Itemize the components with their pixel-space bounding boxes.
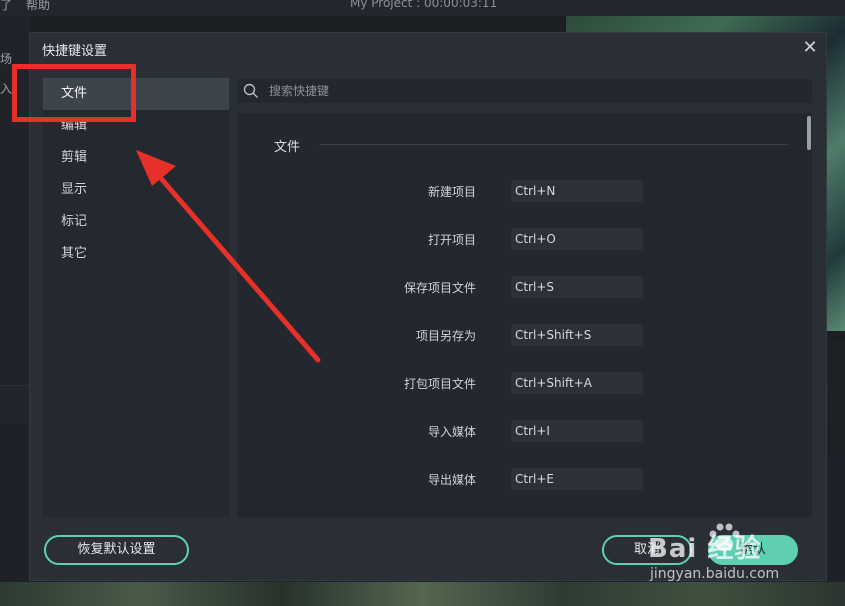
shortcut-key-import-media[interactable]: Ctrl+I <box>511 420 643 442</box>
shortcut-label-import-media: 导入媒体 <box>427 425 476 439</box>
shortcut-label-save-project: 保存项目文件 <box>403 281 476 295</box>
search-box <box>237 79 812 103</box>
menu-item-help[interactable]: 帮助 <box>26 0 50 13</box>
watermark-url: jingyan.baidu.com <box>650 566 780 582</box>
shortcut-label-open-project: 打开项目 <box>427 233 476 247</box>
shortcut-key-export-media[interactable]: Ctrl+E <box>511 468 643 490</box>
shortcut-label-new-project: 新建项目 <box>427 185 476 199</box>
search-icon <box>243 83 258 98</box>
close-icon[interactable]: ✕ <box>798 37 822 61</box>
reset-defaults-button[interactable]: 恢复默认设置 <box>44 535 189 565</box>
paw-icon <box>709 523 740 551</box>
sidebar-item-display[interactable]: 显示 <box>43 174 229 206</box>
shortcut-key-save-project[interactable]: Ctrl+S <box>511 276 643 298</box>
section-divider <box>319 144 789 145</box>
scrollbar-thumb[interactable] <box>807 116 811 150</box>
sidebar-item-other[interactable]: 其它 <box>43 238 229 270</box>
preview-side-tools <box>828 340 845 460</box>
app-top-bar: 了 帮助 My Project : 00:00:03:11 <box>0 0 845 16</box>
menu-item-partial[interactable]: 了 <box>0 0 12 13</box>
project-title: My Project : 00:00:03:11 <box>350 0 498 10</box>
baidu-watermark: Bai 经验 jingyan.baidu.com <box>648 523 838 588</box>
shortcut-settings-dialog: 快捷键设置 ✕ 文件 编辑 剪辑 显示 标记 其它 文件 新建项目 Ctrl+N… <box>29 32 827 581</box>
sidebar-item-marker[interactable]: 标记 <box>43 206 229 238</box>
shortcut-label-save-as: 项目另存为 <box>415 329 476 343</box>
shortcut-key-open-project[interactable]: Ctrl+O <box>511 228 643 250</box>
dialog-title: 快捷键设置 <box>42 44 108 59</box>
shortcut-list: 文件 新建项目 Ctrl+N 打开项目 Ctrl+O 保存项目文件 Ctrl+S… <box>237 113 812 518</box>
search-input[interactable] <box>269 79 799 103</box>
sidebar-item-clip[interactable]: 剪辑 <box>43 142 229 174</box>
annotation-highlight-box <box>12 64 136 122</box>
shortcut-label-pack-project: 打包项目文件 <box>403 377 476 391</box>
shortcut-key-save-as[interactable]: Ctrl+Shift+S <box>511 324 643 346</box>
section-title: 文件 <box>274 140 301 155</box>
shortcut-key-new-project[interactable]: Ctrl+N <box>511 180 643 202</box>
category-sidebar: 文件 编辑 剪辑 显示 标记 其它 <box>43 78 229 518</box>
left-panel-text: 入 <box>0 82 13 96</box>
left-panel-text: 场 <box>0 52 13 66</box>
shortcut-label-export-media: 导出媒体 <box>427 473 476 487</box>
shortcut-key-pack-project[interactable]: Ctrl+Shift+A <box>511 372 643 394</box>
